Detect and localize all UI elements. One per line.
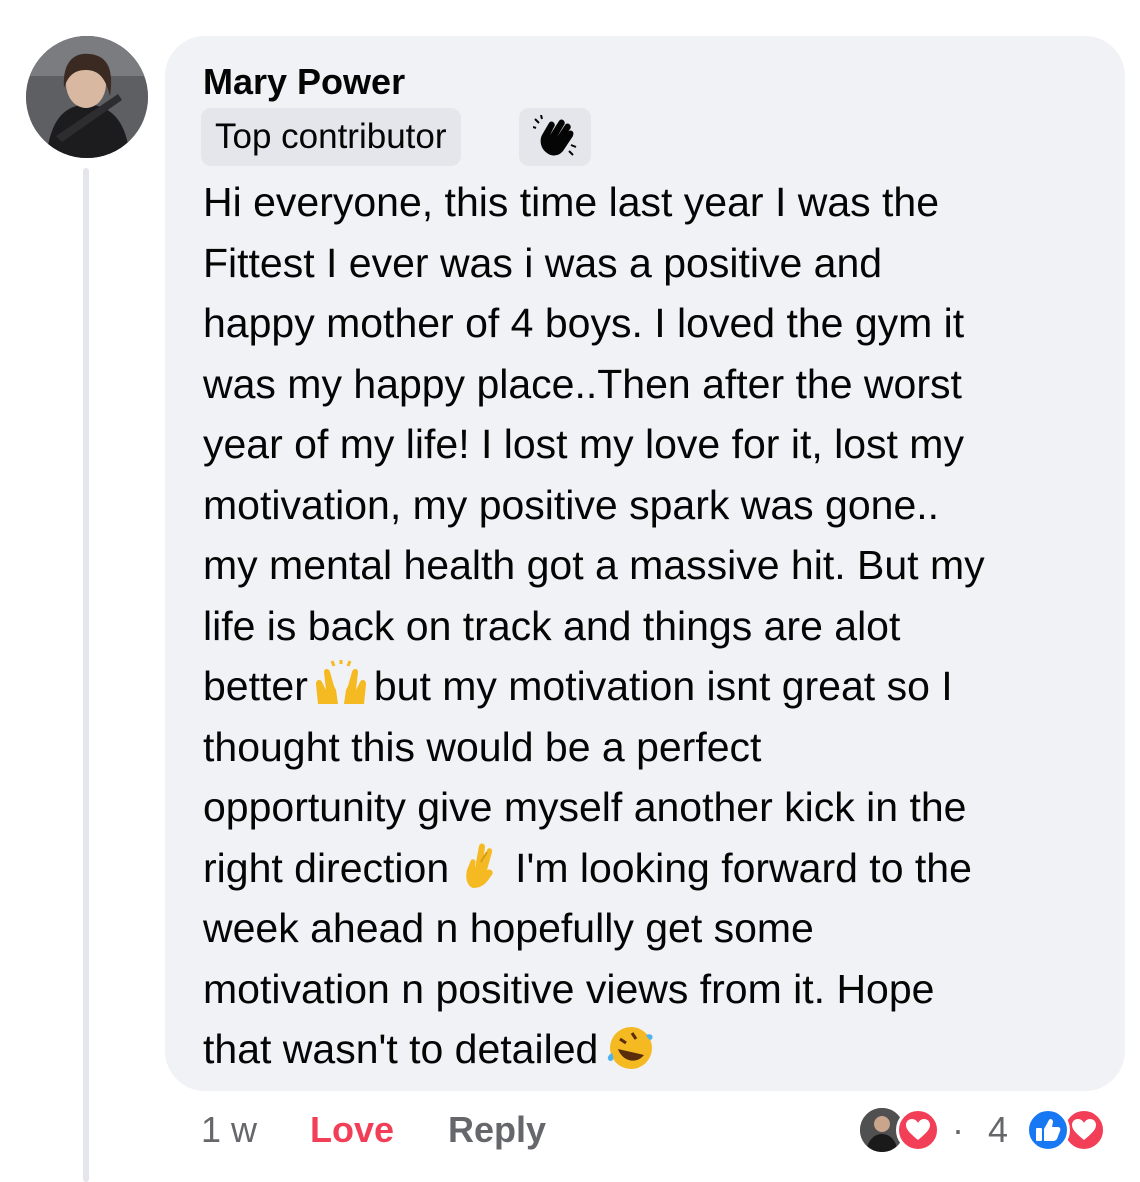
reaction-separator: · [952,1109,964,1150]
comment-segment: that wasn't to detailed [203,1026,599,1072]
comment-line: right direction I'm looking forward to th… [203,838,1108,899]
reaction-summary[interactable]: · 4 [858,1104,1128,1156]
comment-line: week ahead n hopefully get some [203,905,814,951]
comment-line: opportunity give myself another kick in … [203,784,967,830]
comment-line: was my happy place..Then after the worst [203,360,962,407]
crossed-fingers-emoji [453,842,511,890]
comment-segment: I'm looking forward to the [515,844,972,891]
comment-line: motivation n positive views from it. Hop… [203,965,935,1012]
comment-line: Fittest I ever was i was a positive and [203,239,883,286]
comment-line: my mental health got a massive hit. But … [203,542,985,588]
comment-timestamp[interactable]: 1 w [201,1104,257,1156]
comment-line: motivation, my positive spark was gone.. [203,481,940,528]
comment-line: life is back on track and things are alo… [203,602,901,649]
commenter-avatar[interactable] [26,36,148,158]
wave-hand-icon[interactable] [519,108,591,166]
comment-segment: better [203,663,308,709]
comment-line: Hi everyone, this time last year I was t… [203,179,940,225]
comment-segment: right direction [203,844,450,891]
comment-line: better but my motivation isnt great so I [203,656,1108,717]
love-reaction-button[interactable]: Love [310,1104,394,1156]
thread-line [83,168,89,1182]
comment-author[interactable]: Mary Power [203,60,405,104]
top-contributor-badge[interactable]: Top contributor [201,108,461,166]
reaction-count[interactable]: 4 [988,1104,1008,1156]
comment-line: happy mother of 4 boys. I loved the gym … [203,300,965,346]
raising-hands-emoji [312,660,370,708]
comment-line: that wasn't to detailed [203,1019,1108,1080]
love-reaction-icon [896,1108,940,1152]
comment-line: thought this would be a perfect [203,723,762,770]
like-reaction-icon [1026,1108,1070,1152]
comment-text: Hi everyone, this time last year I was t… [203,172,1108,1080]
rolling-laughing-emoji [602,1023,660,1071]
comment-line: year of my life! I lost my love for it, … [203,421,964,467]
comment-segment: but my motivation isnt great so I [373,663,953,709]
reply-button[interactable]: Reply [448,1104,546,1156]
